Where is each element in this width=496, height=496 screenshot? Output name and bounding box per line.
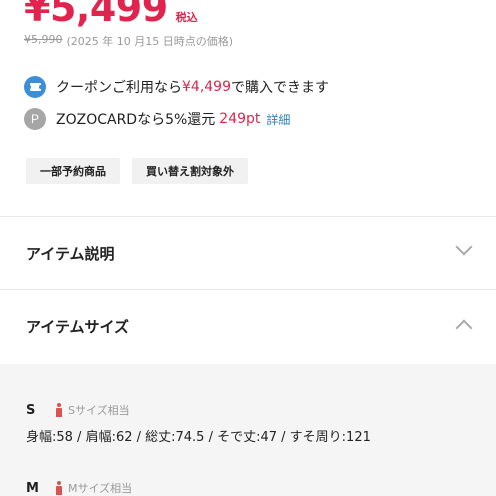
price: ¥5,499 — [24, 0, 168, 30]
tax-included-label: 税込 — [175, 11, 198, 24]
section-title: アイテム説明 — [26, 244, 115, 263]
item-size-header[interactable]: アイテムサイズ — [0, 290, 496, 362]
previous-price-row: ¥5,990 (2025 年 10 月15 日時点の価格) — [24, 33, 233, 49]
tag-list: 一部予約商品 買い替え割対象外 — [26, 158, 248, 184]
coupon-price: ¥4,499 — [182, 79, 231, 95]
item-description-header[interactable]: アイテム説明 — [0, 217, 496, 289]
size-measurements: 身幅:58 / 肩幅:62 / 総丈:74.5 / そで丈:47 / すそ周り:… — [26, 430, 371, 445]
point-amount: 249pt — [219, 111, 261, 127]
coupon-icon — [24, 76, 46, 98]
size-label: S — [26, 402, 36, 418]
size-entry-m: M Mサイズ相当 — [26, 480, 132, 496]
price-date-note: (2025 年 10 月15 日時点の価格) — [66, 35, 234, 48]
tag-preorder: 一部予約商品 — [26, 158, 120, 184]
person-icon — [54, 403, 64, 417]
point-detail-link[interactable]: 詳細 — [266, 111, 290, 128]
point-text: ZOZOCARDなら5%還元 — [56, 112, 216, 128]
size-label: M — [26, 480, 39, 496]
coupon-row[interactable]: クーポンご利用なら ¥4,499 で購入できます — [24, 76, 329, 98]
price-row: ¥5,499 税込 — [24, 0, 198, 30]
size-list: S Sサイズ相当 身幅:58 / 肩幅:62 / 総丈:74.5 / そで丈:4… — [0, 364, 496, 496]
size-equivalent: Sサイズ相当 — [68, 404, 130, 417]
chevron-down-icon — [455, 238, 473, 256]
person-icon — [54, 481, 64, 495]
previous-price: ¥5,990 — [24, 33, 63, 46]
coupon-suffix: で購入できます — [231, 80, 329, 96]
section-title: アイテムサイズ — [26, 317, 130, 336]
tag-trade-in-excluded: 買い替え割対象外 — [132, 158, 248, 184]
chevron-up-icon — [455, 319, 473, 337]
coupon-prefix: クーポンご利用なら — [56, 80, 182, 96]
point-icon: P — [24, 108, 46, 130]
point-row: P ZOZOCARDなら5%還元 249pt 詳細 — [24, 108, 290, 130]
size-equivalent: Mサイズ相当 — [68, 482, 133, 495]
size-entry-s: S Sサイズ相当 身幅:58 / 肩幅:62 / 総丈:74.5 / そで丈:4… — [26, 402, 371, 446]
